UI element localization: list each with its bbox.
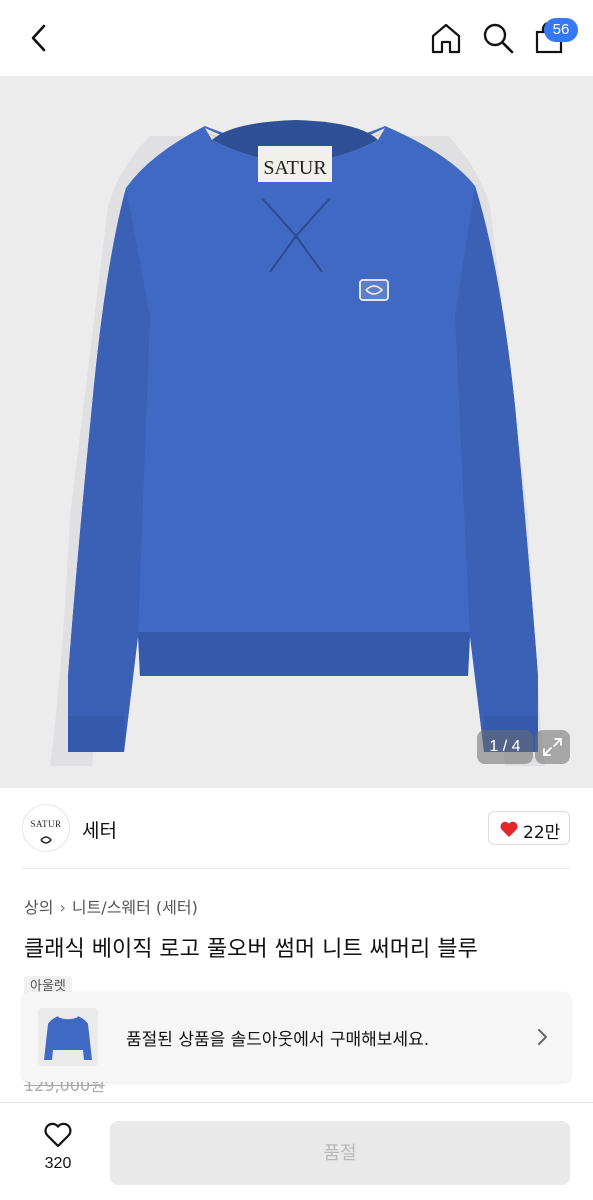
breadcrumb-item-knit[interactable]: 니트/스웨터 (세터) [72, 894, 198, 918]
garment-label: SATUR [263, 157, 327, 179]
bottom-action-bar: 320 품절 [0, 1102, 593, 1200]
heart-filled-icon [500, 821, 518, 837]
home-icon[interactable] [428, 20, 464, 56]
soldout-product-thumbnail [38, 1008, 98, 1066]
chevron-right-icon [532, 1025, 552, 1049]
soldout-button[interactable]: 품절 [110, 1121, 570, 1185]
soldout-banner-text: 품절된 상품을 솔드아웃에서 구매해보세요. [126, 1030, 430, 1050]
brand-logo-mark-icon [40, 836, 52, 844]
product-image: SATUR [50, 120, 545, 766]
brand-name[interactable]: 세터 [82, 816, 117, 843]
brand-row: SATUR 세터 22만 [0, 788, 593, 868]
chevron-right-icon: › [59, 898, 66, 917]
brand-like-count: 22만 [523, 823, 561, 843]
search-icon[interactable] [480, 20, 516, 56]
expand-icon[interactable] [535, 730, 570, 764]
wishlist-button[interactable]: 320 [28, 1121, 88, 1181]
brand-logo[interactable]: SATUR [22, 804, 70, 852]
soldout-banner[interactable]: 품절된 상품을 솔드아웃에서 구매해보세요. [22, 992, 571, 1082]
breadcrumb: 상의 › 니트/스웨터 (세터) [24, 894, 198, 918]
wishlist-count: 320 [44, 1155, 72, 1172]
back-icon[interactable] [22, 20, 58, 56]
breadcrumb-item-top[interactable]: 상의 [24, 894, 53, 918]
brand-like-button[interactable]: 22만 [488, 811, 570, 845]
heart-outline-icon [44, 1122, 72, 1148]
divider [22, 868, 571, 869]
brand-logo-text: SATUR [30, 819, 62, 829]
product-image-gallery[interactable]: SATUR 1 / 4 [0, 76, 593, 788]
top-navigation-bar: 56 [0, 0, 593, 76]
cart-count-badge: 56 [544, 18, 578, 42]
product-title: 클래식 베이직 로고 풀오버 썸머 니트 써머리 블루 [24, 937, 478, 962]
image-counter: 1 / 4 [477, 730, 533, 764]
